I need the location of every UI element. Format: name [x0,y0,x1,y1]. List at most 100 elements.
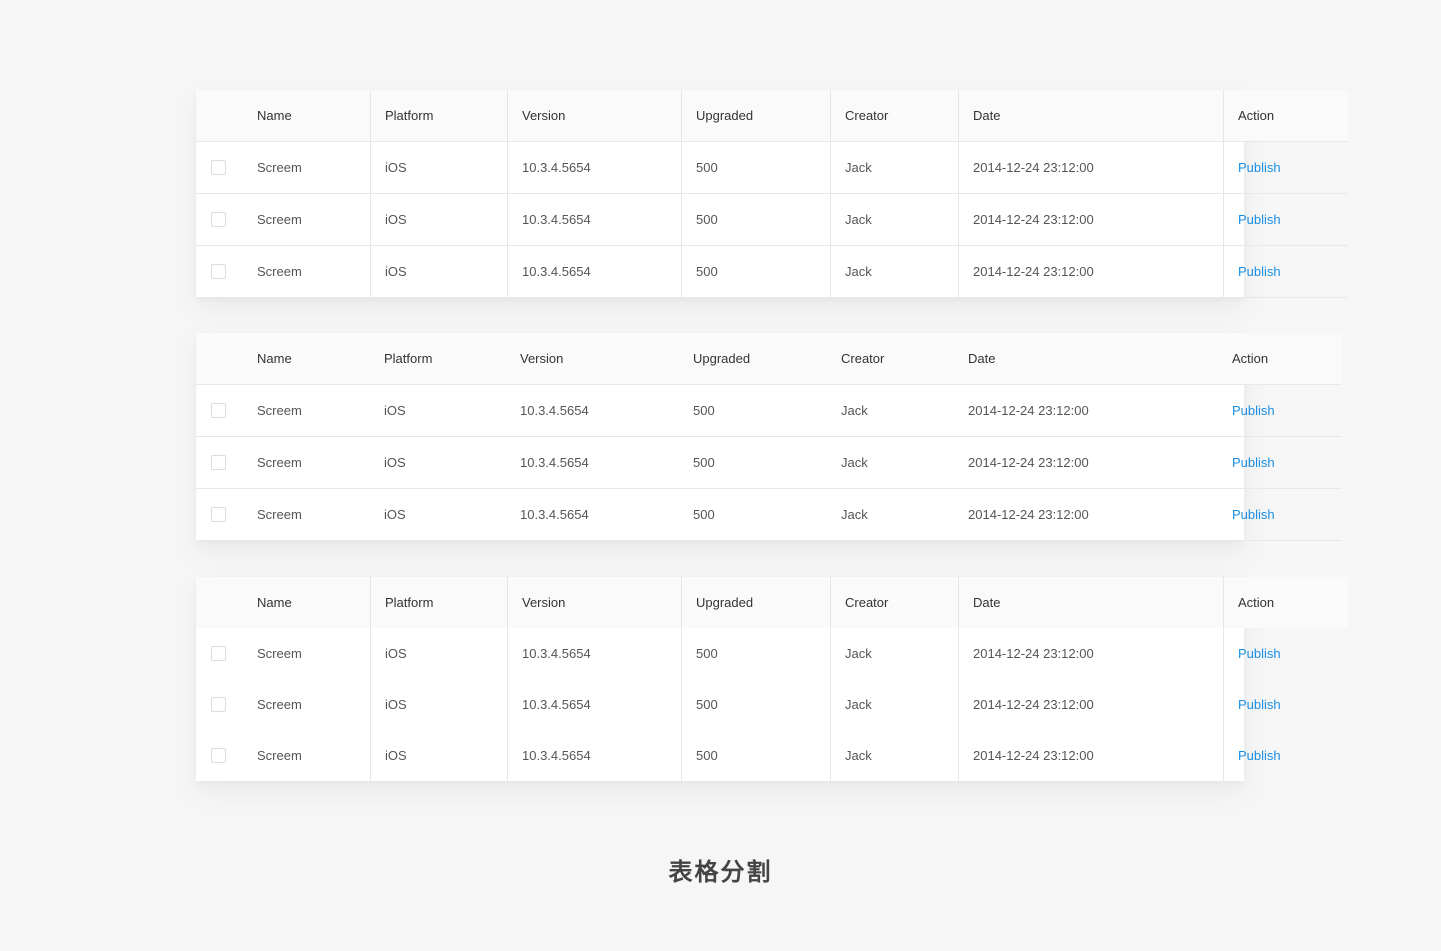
row-checkbox[interactable] [211,748,226,763]
cell-platform: iOS [370,193,508,246]
data-table: Name Platform Version Upgraded Creator D… [196,90,1348,298]
column-header-action: Action [1223,577,1348,628]
cell-upgraded: 500 [681,193,831,246]
cell-upgraded: 500 [679,384,827,437]
column-header-date: Date [958,577,1224,628]
cell-platform: iOS [370,384,506,437]
publish-link[interactable]: Publish [1238,646,1281,661]
cell-platform: iOS [370,488,506,541]
cell-version: 10.3.4.5654 [507,245,682,298]
table-header-row: Name Platform Version Upgraded Creator D… [196,577,1348,628]
header-select-cell [196,333,243,385]
publish-link[interactable]: Publish [1232,455,1275,470]
cell-creator: Jack [830,193,959,246]
table-horizontal-lines: Name Platform Version Upgraded Creator D… [196,333,1342,541]
row-checkbox[interactable] [211,507,226,522]
header-select-cell [196,577,243,628]
cell-action: Publish [1223,245,1348,298]
column-header-name: Name [243,90,371,142]
select-cell [196,679,243,730]
cell-version: 10.3.4.5654 [507,730,682,781]
data-table: Name Platform Version Upgraded Creator D… [196,577,1348,781]
column-header-upgraded: Upgraded [681,577,831,628]
column-header-creator: Creator [830,577,959,628]
cell-creator: Jack [827,384,954,437]
column-header-date: Date [958,90,1224,142]
table-row: Screem iOS 10.3.4.5654 500 Jack 2014-12-… [196,436,1342,489]
table-row: Screem iOS 10.3.4.5654 500 Jack 2014-12-… [196,141,1348,194]
row-checkbox[interactable] [211,160,226,175]
row-checkbox[interactable] [211,264,226,279]
column-header-version: Version [506,333,679,385]
select-cell [196,730,243,781]
cell-date: 2014-12-24 23:12:00 [958,628,1224,679]
column-header-platform: Platform [370,90,508,142]
cell-name: Screem [257,748,302,763]
data-table: Name Platform Version Upgraded Creator D… [196,333,1342,541]
row-checkbox[interactable] [211,212,226,227]
column-header-version: Version [507,577,682,628]
table-row: Screem iOS 10.3.4.5654 500 Jack 2014-12-… [196,193,1348,246]
publish-link[interactable]: Publish [1232,507,1275,522]
cell-platform: iOS [370,245,508,298]
publish-link[interactable]: Publish [1238,212,1281,227]
column-header-action: Action [1223,90,1348,142]
row-checkbox[interactable] [211,455,226,470]
column-header-version: Version [507,90,682,142]
cell-version: 10.3.4.5654 [507,628,682,679]
cell-name: Screem [243,488,370,541]
publish-link[interactable]: Publish [1238,748,1281,763]
cell-creator: Jack [830,679,959,730]
cell-upgraded: 500 [679,436,827,489]
cell-name: Screem [243,193,371,246]
column-header-date: Date [954,333,1218,385]
table-row: Screem iOS 10.3.4.5654 500 Jack 2014-12-… [196,245,1348,298]
row-checkbox[interactable] [211,403,226,418]
cell-upgraded: 500 [681,245,831,298]
column-header-upgraded: Upgraded [679,333,827,385]
cell-date: 2014-12-24 23:12:00 [958,679,1224,730]
row-checkbox[interactable] [211,697,226,712]
cell-date: 2014-12-24 23:12:00 [958,730,1224,781]
cell-creator: Jack [827,436,954,489]
column-header-action: Action [1218,333,1342,385]
table-vertical-lines: Name Platform Version Upgraded Creator D… [196,577,1348,781]
cell-platform: iOS [370,679,508,730]
cell-action: Publish [1218,384,1342,437]
table-header-row: Name Platform Version Upgraded Creator D… [196,90,1348,142]
select-cell [196,193,243,246]
publish-link[interactable]: Publish [1238,264,1281,279]
cell-upgraded: 500 [681,628,831,679]
cell-creator: Jack [827,488,954,541]
row-checkbox[interactable] [211,646,226,661]
table-header-row: Name Platform Version Upgraded Creator D… [196,333,1342,385]
header-select-cell [196,90,243,142]
column-header-creator: Creator [830,90,959,142]
cell-upgraded: 500 [681,730,831,781]
column-header-platform: Platform [370,333,506,385]
table-row: Screem iOS 10.3.4.5654 500 Jack 2014-12-… [196,628,1348,679]
cell-version: 10.3.4.5654 [507,679,682,730]
cell-version: 10.3.4.5654 [506,436,679,489]
cell-date: 2014-12-24 23:12:00 [958,141,1224,194]
column-header-platform: Platform [370,577,508,628]
publish-link[interactable]: Publish [1238,160,1281,175]
select-cell [196,436,243,489]
select-cell [196,245,243,298]
publish-link[interactable]: Publish [1232,403,1275,418]
cell-name: Screem [243,384,370,437]
cell-action: Publish [1223,628,1348,679]
cell-action: Publish [1223,193,1348,246]
select-cell [196,141,243,194]
cell-upgraded: 500 [681,141,831,194]
cell-creator: Jack [830,628,959,679]
cell-action: Publish [1223,679,1348,730]
cell-creator: Jack [830,730,959,781]
table-row: Screem iOS 10.3.4.5654 500 Jack 2014-12-… [196,730,1348,781]
column-header-upgraded: Upgraded [681,90,831,142]
publish-link[interactable]: Publish [1238,697,1281,712]
cell-action: Publish [1218,436,1342,489]
cell-name: Screem [243,245,371,298]
cell-upgraded: 500 [679,488,827,541]
cell-action: Publish [1218,488,1342,541]
